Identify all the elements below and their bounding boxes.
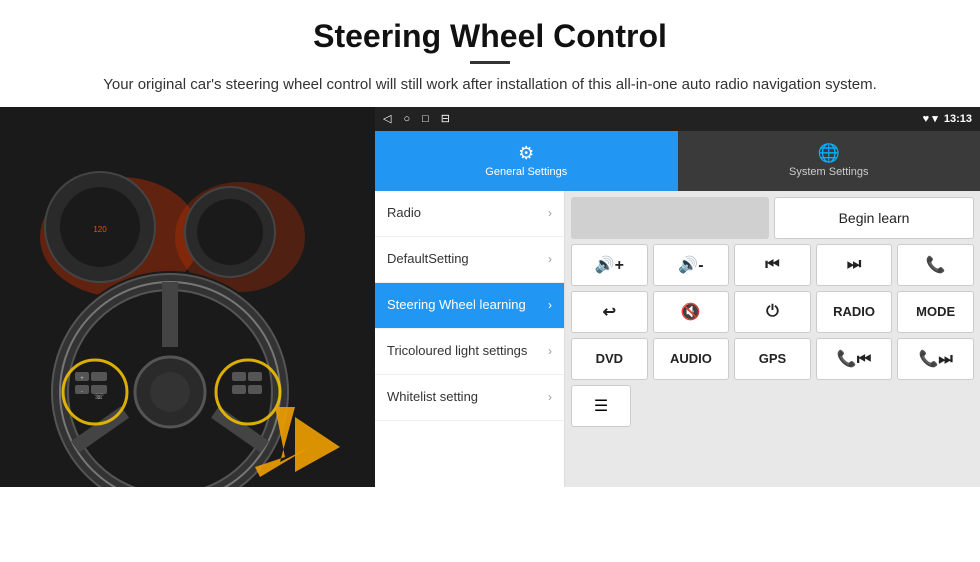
radio-label: RADIO — [833, 304, 875, 319]
tab-general-settings[interactable]: ⚙ General Settings — [375, 131, 678, 191]
phone-icon: 📞 — [926, 255, 946, 275]
menu-controls-area: Radio › DefaultSetting › Steering Wheel … — [375, 191, 980, 487]
tab-system-settings[interactable]: 🌐 System Settings — [678, 131, 980, 191]
begin-learn-button[interactable]: Begin learn — [774, 197, 974, 239]
menu-item-tricoloured-label: Tricoloured light settings — [387, 343, 548, 360]
status-bar: ◁ ○ □ ⊟ ♥ ▾ 13:13 — [375, 107, 980, 131]
vol-down-button[interactable]: 🔊- — [653, 244, 730, 286]
controls-row-3: DVD AUDIO GPS 📞⏮ 📞⏭ — [571, 338, 974, 380]
menu-item-radio[interactable]: Radio › — [375, 191, 564, 237]
page-subtitle: Your original car's steering wheel contr… — [40, 74, 940, 97]
menu-item-radio-label: Radio — [387, 205, 548, 222]
page-header: Steering Wheel Control Your original car… — [0, 0, 980, 107]
audio-label: AUDIO — [670, 351, 712, 366]
menu-item-default-label: DefaultSetting — [387, 251, 548, 268]
list-icon: ☰ — [594, 396, 608, 416]
next-track-icon: ⏭ — [847, 256, 861, 274]
system-settings-icon: 🌐 — [818, 143, 840, 164]
svg-text:-: - — [81, 389, 83, 395]
signal-icon: ♥ ▾ — [923, 113, 938, 125]
device-panel: ◁ ○ □ ⊟ ♥ ▾ 13:13 ⚙ General Settings 🌐 S… — [375, 107, 980, 487]
chevron-icon: › — [548, 344, 552, 358]
svg-text:+: + — [80, 376, 84, 382]
tab-general-label: General Settings — [485, 166, 567, 178]
gps-label: GPS — [759, 351, 786, 366]
phone-button[interactable]: 📞 — [897, 244, 974, 286]
prev-track-icon: ⏮ — [765, 256, 779, 274]
tab-system-label: System Settings — [789, 166, 868, 178]
car-image-panel: 120 + - ☏ — [0, 107, 375, 487]
gps-button[interactable]: GPS — [734, 338, 811, 380]
nav-home-icon[interactable]: ○ — [403, 113, 410, 125]
status-time: ♥ ▾ 13:13 — [923, 112, 972, 125]
prev-track-button[interactable]: ⏮ — [734, 244, 811, 286]
menu-item-steering-wheel[interactable]: Steering Wheel learning › — [375, 283, 564, 329]
next-track-button[interactable]: ⏭ — [816, 244, 893, 286]
menu-item-default-setting[interactable]: DefaultSetting › — [375, 237, 564, 283]
tel-prev-button[interactable]: 📞⏮ — [816, 338, 893, 380]
power-icon: ⏻ — [766, 303, 779, 321]
hangup-icon: ↩ — [603, 302, 616, 322]
dvd-button[interactable]: DVD — [571, 338, 648, 380]
nav-menu-icon[interactable]: ⊟ — [441, 112, 450, 125]
chevron-icon: › — [548, 298, 552, 312]
menu-item-whitelist[interactable]: Whitelist setting › — [375, 375, 564, 421]
title-divider — [470, 61, 510, 64]
vol-up-button[interactable]: 🔊+ — [571, 244, 648, 286]
mute-button[interactable]: 🔇 — [653, 291, 730, 333]
dvd-label: DVD — [596, 351, 623, 366]
audio-button[interactable]: AUDIO — [653, 338, 730, 380]
mode-label: MODE — [916, 304, 955, 319]
nav-recent-icon[interactable]: □ — [422, 113, 429, 125]
controls-row-1: 🔊+ 🔊- ⏮ ⏭ 📞 — [571, 244, 974, 286]
left-menu: Radio › DefaultSetting › Steering Wheel … — [375, 191, 565, 487]
page-title: Steering Wheel Control — [40, 18, 940, 55]
menu-item-steering-label: Steering Wheel learning — [387, 297, 548, 314]
main-content: 120 + - ☏ — [0, 107, 980, 487]
tel-prev-icon: 📞⏮ — [837, 349, 871, 369]
power-button[interactable]: ⏻ — [734, 291, 811, 333]
clock: 13:13 — [944, 113, 972, 125]
mute-icon: 🔇 — [681, 302, 701, 322]
chevron-icon: › — [548, 252, 552, 266]
vol-up-icon: 🔊+ — [595, 255, 624, 275]
nav-back-icon[interactable]: ◁ — [383, 112, 391, 125]
menu-item-whitelist-label: Whitelist setting — [387, 389, 548, 406]
menu-item-tricoloured[interactable]: Tricoloured light settings › — [375, 329, 564, 375]
mode-button[interactable]: MODE — [897, 291, 974, 333]
controls-row-2: ↩ 🔇 ⏻ RADIO MODE — [571, 291, 974, 333]
chevron-icon: › — [548, 206, 552, 220]
chevron-icon: › — [548, 390, 552, 404]
right-controls: Begin learn 🔊+ 🔊- ⏮ ⏭ — [565, 191, 980, 487]
svg-text:☏: ☏ — [94, 392, 104, 401]
radio-button[interactable]: RADIO — [816, 291, 893, 333]
begin-learn-row: Begin learn — [571, 197, 974, 239]
svg-text:120: 120 — [93, 225, 107, 234]
hangup-button[interactable]: ↩ — [571, 291, 648, 333]
general-settings-icon: ⚙ — [518, 143, 534, 164]
settings-tabs: ⚙ General Settings 🌐 System Settings — [375, 131, 980, 191]
tel-next-icon: 📞⏭ — [919, 349, 953, 369]
list-button[interactable]: ☰ — [571, 385, 631, 427]
empty-slot — [571, 197, 769, 239]
vol-down-icon: 🔊- — [678, 255, 703, 275]
status-bar-nav: ◁ ○ □ ⊟ — [383, 112, 450, 125]
bottom-row: ☰ — [571, 385, 974, 427]
tel-next-button[interactable]: 📞⏭ — [897, 338, 974, 380]
